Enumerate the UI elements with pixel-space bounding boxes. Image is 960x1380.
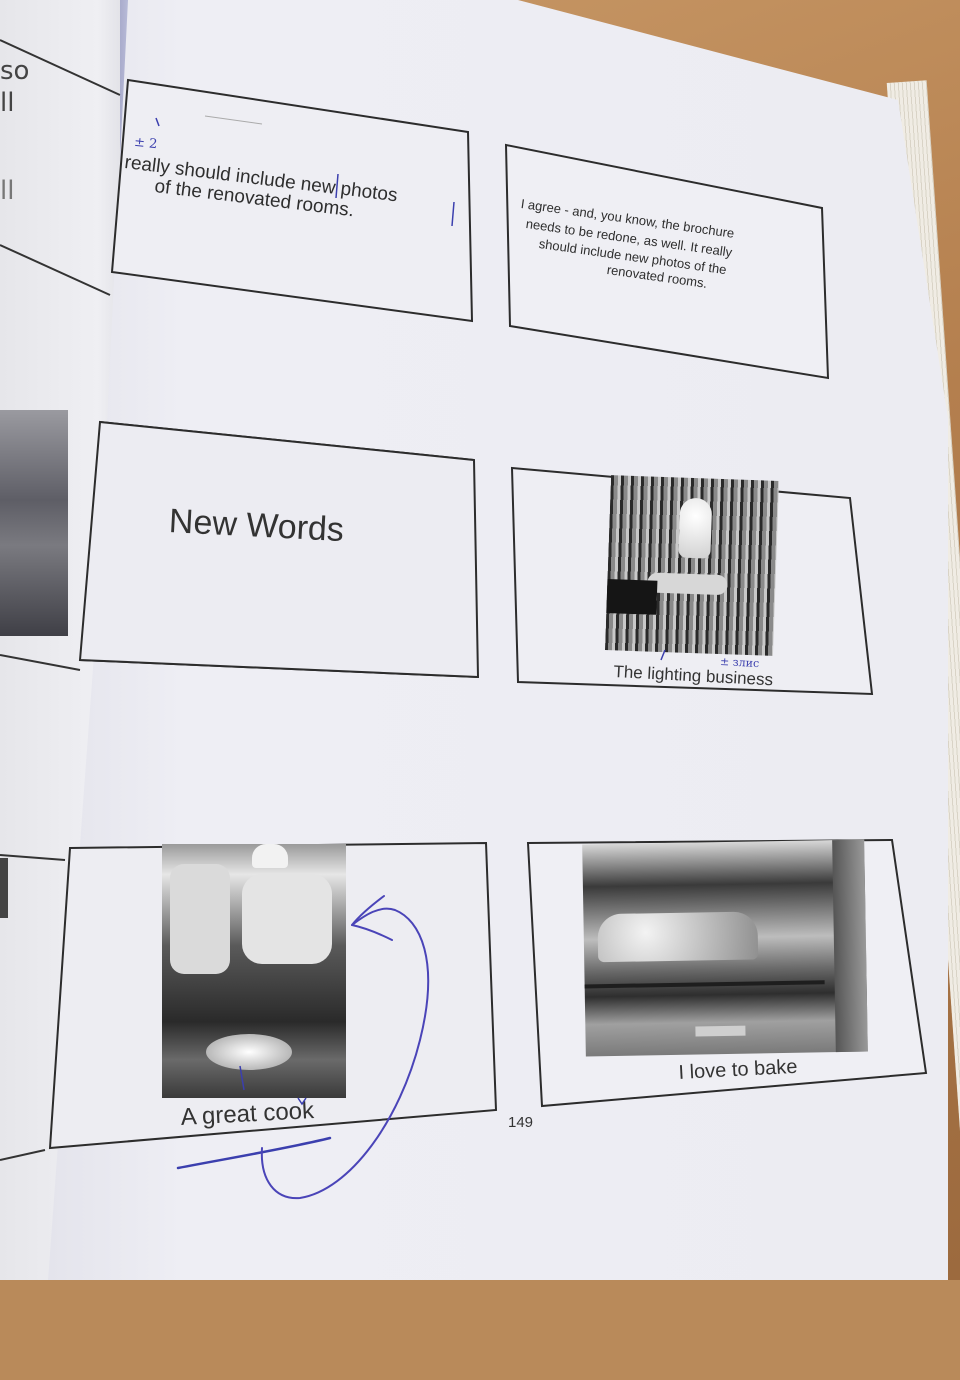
handwritten-arrow-and-underline xyxy=(176,895,430,1200)
